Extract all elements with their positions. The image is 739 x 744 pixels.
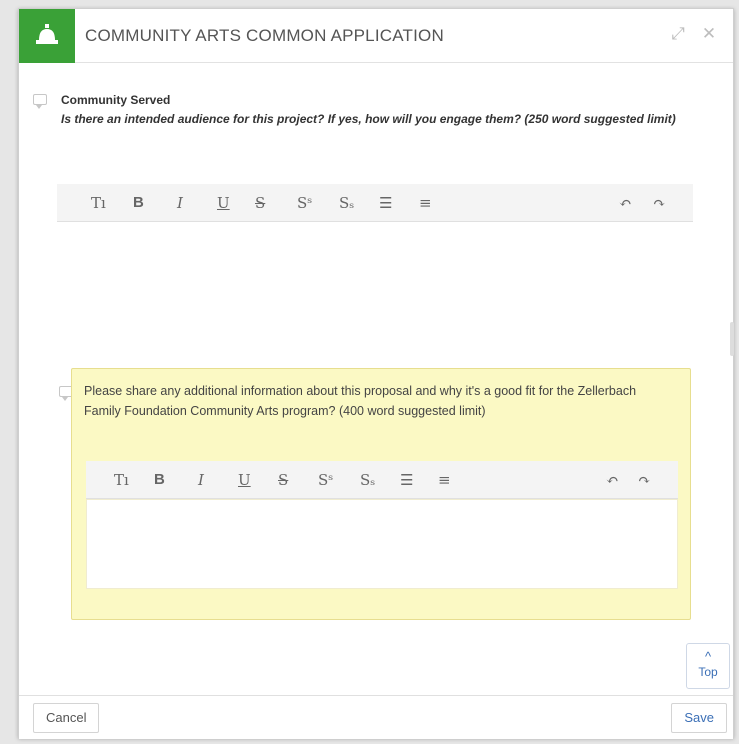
list-button[interactable]: ☰ <box>379 194 392 212</box>
expand-icon[interactable]: ⤢ <box>669 25 687 43</box>
superscript-button[interactable]: Sˢ <box>318 471 333 489</box>
list-button[interactable]: ☰ <box>400 471 413 489</box>
italic-button[interactable]: I <box>177 194 183 212</box>
dialog-title: COMMUNITY ARTS COMMON APPLICATION <box>85 26 444 45</box>
scrollbar-thumb[interactable] <box>730 322 734 356</box>
cancel-button[interactable]: Cancel <box>33 703 100 733</box>
bold-button[interactable]: B <box>133 194 144 211</box>
align-button[interactable]: ≡ <box>438 471 451 489</box>
strikethrough-button[interactable]: S <box>278 471 288 489</box>
scroll-top-button[interactable]: ^ Top <box>686 643 730 689</box>
bold-button[interactable]: B <box>154 471 165 488</box>
app-logo <box>19 9 75 63</box>
top-button-label: Top <box>698 665 718 679</box>
answer-editor-additional-info[interactable] <box>86 499 678 589</box>
dialog-body: Community Served Is there an intended au… <box>19 64 734 694</box>
text-style-button[interactable]: Tı <box>114 471 129 489</box>
redo-button[interactable]: ↷ <box>638 471 651 489</box>
undo-button[interactable]: ↶ <box>606 471 619 489</box>
italic-button[interactable]: I <box>198 471 204 489</box>
subscript-button[interactable]: Sₛ <box>360 471 375 489</box>
answer-editor-community[interactable] <box>57 224 693 334</box>
question-box-additional-info: Please share any additional information … <box>71 368 691 620</box>
superscript-button[interactable]: Sˢ <box>297 194 312 212</box>
application-dialog: COMMUNITY ARTS COMMON APPLICATION ⤢ ✕ Co… <box>18 8 734 739</box>
underline-button[interactable]: U <box>238 471 251 489</box>
editor-toolbar: Tı B I U S Sˢ Sₛ ☰ ≡ ↶ ↷ <box>57 184 693 222</box>
redo-button[interactable]: ↷ <box>653 194 666 212</box>
strikethrough-button[interactable]: S <box>255 194 265 212</box>
subscript-button[interactable]: Sₛ <box>339 194 354 212</box>
question-label: Community Served <box>61 93 171 107</box>
chevron-up-icon: ^ <box>704 649 712 664</box>
undo-button[interactable]: ↶ <box>619 194 632 212</box>
save-button[interactable]: Save <box>671 703 727 733</box>
dialog-header: COMMUNITY ARTS COMMON APPLICATION ⤢ ✕ <box>19 9 733 63</box>
dialog-footer: Cancel Save <box>19 695 733 739</box>
text-style-button[interactable]: Tı <box>91 194 106 212</box>
align-button[interactable]: ≡ <box>419 194 432 212</box>
comment-icon[interactable] <box>33 94 47 109</box>
bell-logo-icon <box>36 24 58 44</box>
question-text: Please share any additional information … <box>84 384 637 418</box>
question-text: Is there an intended audience for this p… <box>61 112 676 126</box>
editor-toolbar: Tı B I U S Sˢ Sₛ ☰ ≡ ↶ ↷ <box>86 461 678 499</box>
underline-button[interactable]: U <box>217 194 230 212</box>
close-icon[interactable]: ✕ <box>700 25 718 43</box>
